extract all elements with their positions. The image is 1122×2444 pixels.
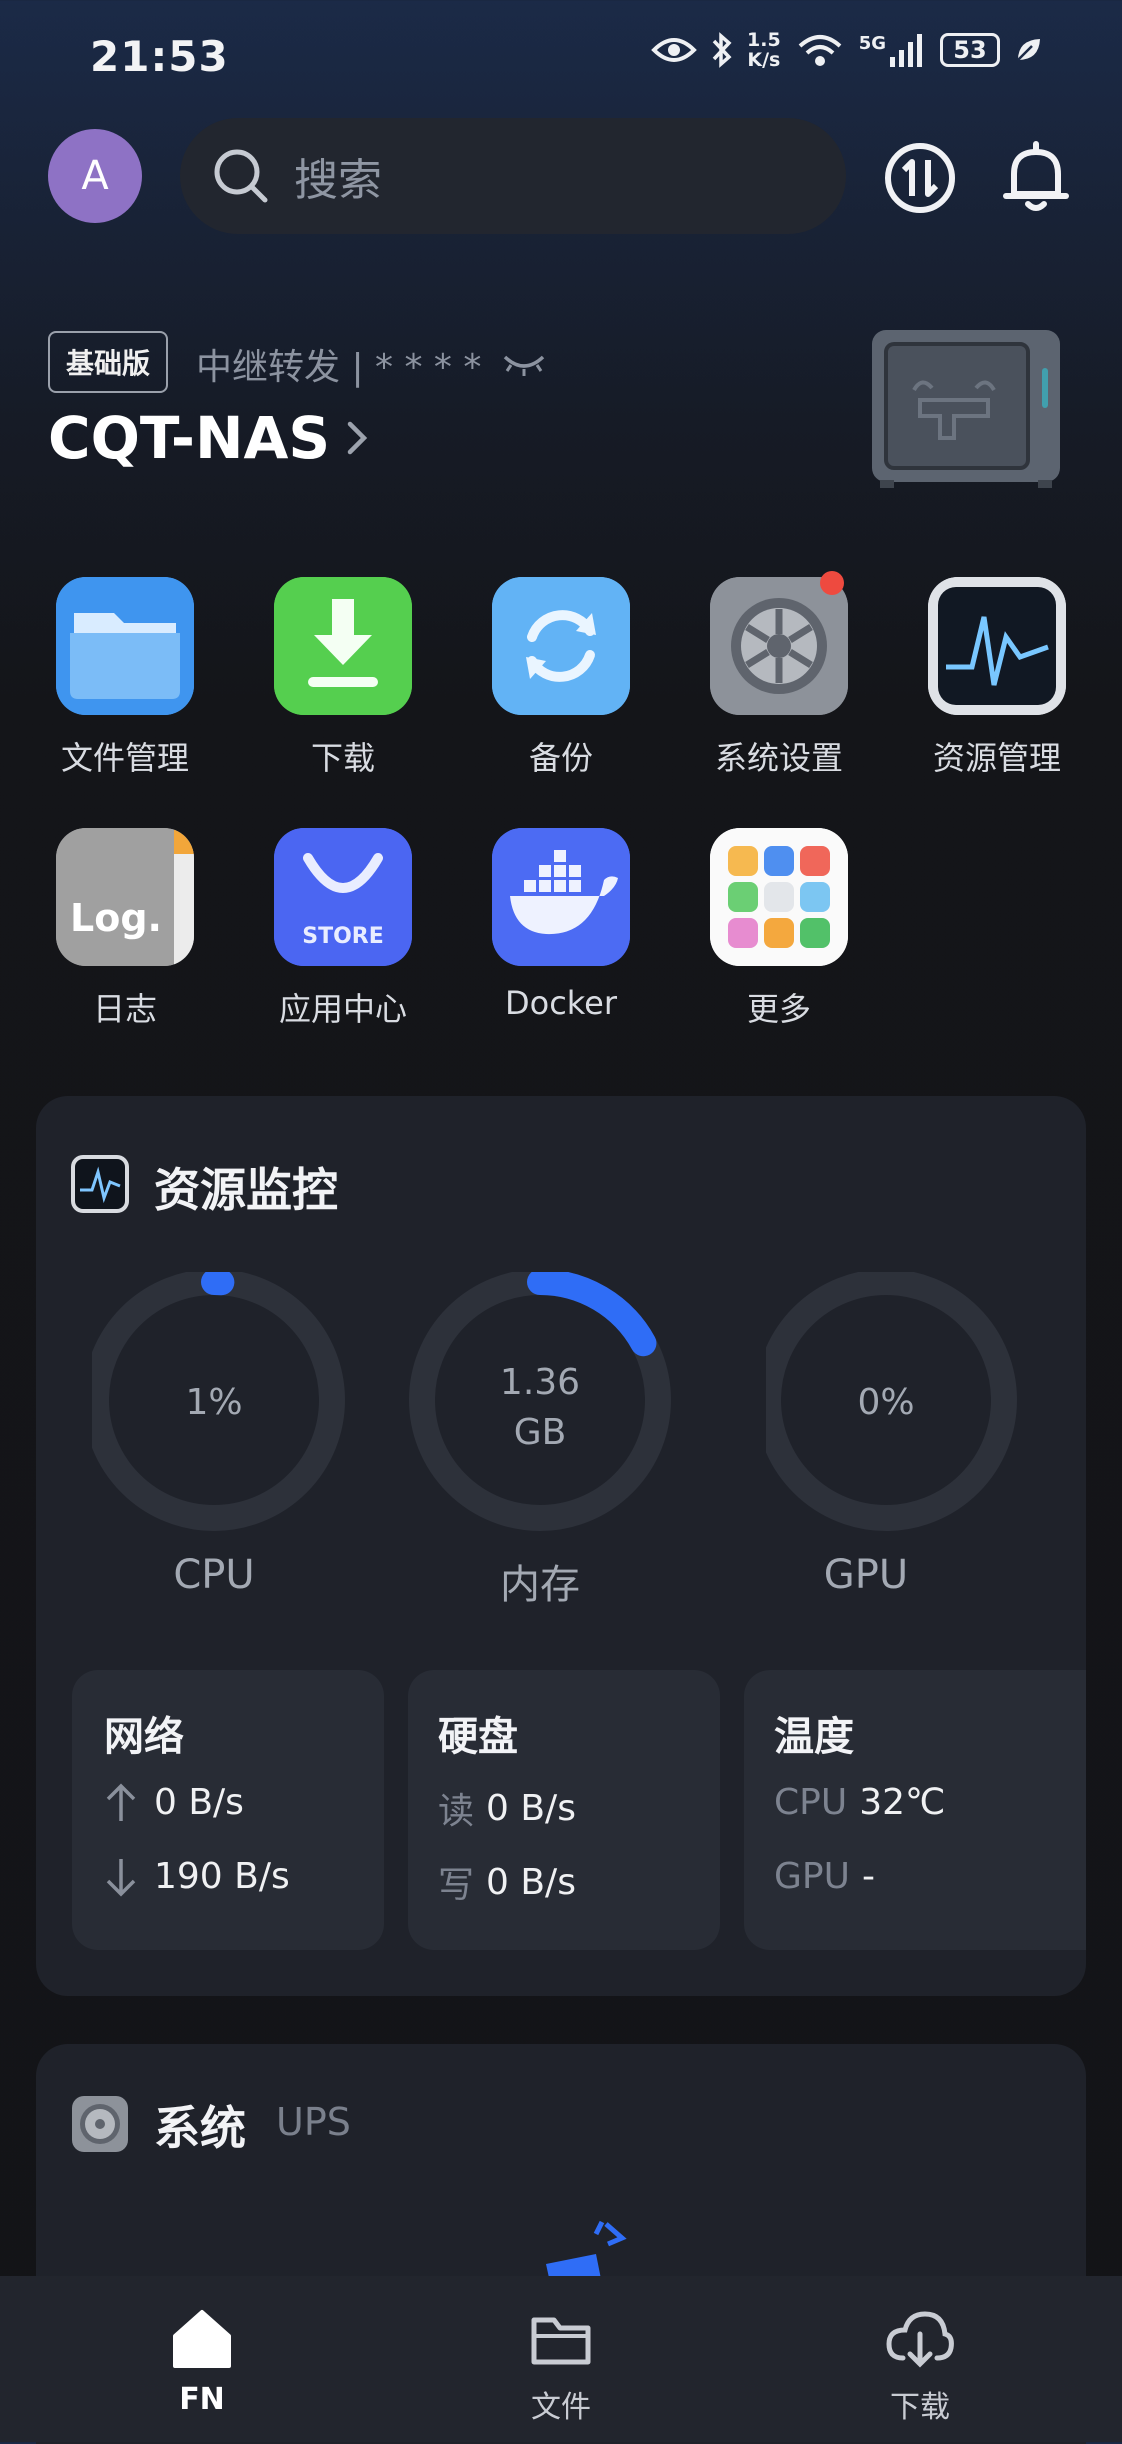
app-label: 备份 [528,739,593,777]
log-icon-text: Log. [70,896,162,940]
chevron-right-icon [347,421,368,455]
network-title: 网络 [104,1714,184,1760]
app-resource-manager[interactable]: 资源管理 [897,577,1097,779]
folder-outline-icon [531,2317,591,2365]
nas-name: CQT-NAS [48,404,331,472]
status-time: 21:53 [90,32,229,81]
app-download[interactable]: 下载 [243,577,443,779]
app-label: 应用中心 [278,990,407,1028]
nas-device-image [872,330,1060,488]
activity-monitor-icon [928,577,1066,715]
nav-files[interactable]: 文件 [461,2306,661,2426]
home-icon [173,2310,231,2368]
wifi-icon [798,35,842,66]
app-label: 文件管理 [60,739,189,777]
bluetooth-icon [712,32,732,68]
system-title: 系统 [154,2101,246,2155]
search-bar[interactable]: 搜索 [180,118,846,234]
nav-label: 下载 [890,2390,950,2425]
transfer-icon[interactable] [882,140,958,216]
cloud-download-icon [886,2311,954,2368]
notification-dot [820,571,844,595]
disk-read: 读0 B/s [438,1787,576,1833]
memory-label: 内存 [500,1562,580,1608]
docker-icon [492,828,630,966]
network-download: 190 B/s [104,1856,290,1897]
system-subtitle-ups[interactable]: UPS [276,2100,351,2144]
system-settings-icon [72,2096,128,2152]
download-app-icon [274,577,412,715]
gear-icon [710,577,848,715]
disk-title: 硬盘 [438,1714,518,1760]
network-card[interactable]: 网络 0 B/s 190 B/s [72,1670,384,1950]
gpu-usage-value: 0% [857,1382,915,1423]
bell-icon[interactable] [998,140,1074,216]
app-log[interactable]: Log. 日志 [25,828,225,1030]
eye-closed-icon[interactable] [501,349,547,379]
avatar[interactable]: A [48,129,142,223]
app-docker[interactable]: Docker [461,828,661,1022]
leaf-icon [1017,39,1040,61]
search-placeholder: 搜索 [294,155,382,206]
net-speed: 1.5 K/s [747,29,781,71]
store-icon-text: STORE [302,924,384,949]
memory-usage-value: 1.36 GB [499,1362,581,1453]
app-label: 下载 [310,739,375,777]
app-label: 系统设置 [714,739,843,777]
app-backup[interactable]: 备份 [461,577,661,779]
more-apps-icon [710,828,848,966]
app-more[interactable]: 更多 [679,828,879,1030]
resource-monitor-title: 资源监控 [154,1163,338,1217]
store-icon: STORE [274,828,412,966]
cell-signal-icon [890,34,922,67]
eye-icon [651,38,697,62]
arrow-up-icon [106,1783,136,1821]
app-label: 资源管理 [932,739,1061,777]
gpu-label: GPU [823,1552,909,1598]
nav-label: 文件 [531,2390,591,2425]
temperature-title: 温度 [774,1714,854,1760]
app-label: Docker [504,984,618,1022]
nav-fn[interactable]: FN [102,2306,302,2417]
log-icon: Log. [56,828,194,966]
backup-icon [492,577,630,715]
cpu-label: CPU [173,1552,255,1598]
network-upload: 0 B/s [104,1782,244,1823]
search-icon [214,149,268,203]
nav-label: FN [179,2382,225,2417]
signal-label: 5G [858,33,886,54]
edition-badge: 基础版 [48,331,168,393]
temperature-card[interactable]: 温度 CPU 32℃ GPU - [744,1670,1086,1950]
resource-monitor-icon [71,1155,129,1213]
app-file-manager[interactable]: 文件管理 [25,577,225,779]
nav-download[interactable]: 下载 [820,2306,1020,2426]
app-system-settings[interactable]: 系统设置 [679,571,879,779]
cpu-usage-value: 1% [185,1382,243,1423]
disk-write: 写0 B/s [438,1861,576,1907]
cpu-temperature: CPU 32℃ [774,1782,946,1823]
nas-name-link[interactable]: CQT-NAS [48,404,370,472]
relay-text: 中继转发 | * * * * [196,347,482,388]
avatar-letter: A [81,153,109,199]
disk-card[interactable]: 硬盘 读0 B/s 写0 B/s [408,1670,720,1950]
relay-status: 中继转发 | * * * * [196,338,547,390]
folder-icon [56,577,194,715]
gpu-temperature: GPU - [774,1856,875,1897]
arrow-down-icon [106,1858,136,1896]
app-label: 日志 [92,990,157,1028]
resource-monitor-card[interactable]: 资源监控 1% 1.36 GB 0% CPU 内存 GPU 网络 0 B/s 19… [36,1096,1086,1996]
app-store[interactable]: STORE 应用中心 [243,828,443,1030]
battery-indicator: 53 [940,33,1000,67]
status-icons: 1.5 K/s 5G 53 [651,30,1042,70]
app-label: 更多 [746,990,811,1028]
